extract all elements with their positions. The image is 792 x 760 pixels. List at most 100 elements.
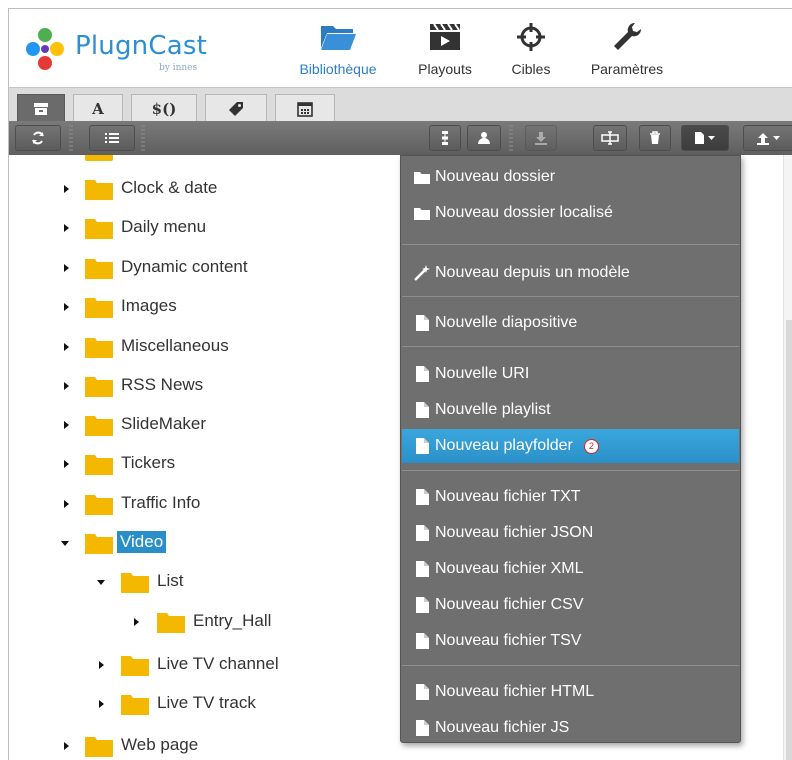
file-icon [411,315,433,331]
menu-item-new-localized-folder[interactable]: Nouveau dossier localisé [402,196,739,230]
upload-dropdown-button[interactable] [743,125,792,151]
nav-parametres[interactable]: Paramètres [575,19,679,81]
expand-arrow-icon[interactable] [64,421,69,429]
trash-icon [650,131,660,144]
menu-item-new-csv-file[interactable]: Nouveau fichier CSV [402,588,739,622]
menu-item-new-tsv-file[interactable]: Nouveau fichier TSV [402,624,739,658]
collapse-arrow-icon[interactable] [97,580,105,585]
expand-arrow-icon[interactable] [134,618,139,626]
folder-icon [411,207,433,220]
expand-arrow-icon[interactable] [64,264,69,272]
folder-open-icon [288,19,388,55]
user-button[interactable] [467,125,501,151]
menu-item-new-playlist[interactable]: Nouvelle playlist [402,393,739,427]
folder-icon [85,178,113,200]
tab-variables[interactable]: $() [131,94,197,122]
scrollbar-thumb[interactable] [786,320,792,760]
tree-node-web-page[interactable]: Web page [9,733,399,759]
tab-fonts[interactable]: A [73,94,123,122]
download-button[interactable] [525,125,557,151]
tree-node-label: Entry_Hall [193,611,272,630]
tree-node-label: Live TV channel [157,654,279,673]
menu-item-new-js-file[interactable]: Nouveau fichier JS [402,711,739,745]
nav-bibliotheque[interactable]: Bibliothèque [288,19,388,81]
menu-divider [402,296,739,297]
tab-calendar[interactable] [275,94,335,122]
menu-item-label: Nouveau fichier TXT [435,488,581,505]
list-icon [105,133,119,143]
tree-node-rss-news[interactable]: RSS News [9,373,399,399]
film-clapper-icon [407,19,483,55]
tree-node-label: Dynamic content [121,257,248,276]
plugncast-logo-icon [26,28,64,70]
menu-item-new-from-template[interactable]: Nouveau depuis un modèle [402,256,739,290]
tree-node-label: SlideMaker [121,414,207,433]
folder-icon [85,735,113,757]
tree-node-daily-menu[interactable]: Daily menu [9,215,399,241]
expand-arrow-icon[interactable] [64,343,69,351]
menu-item-new-slide[interactable]: Nouvelle diapositive [402,306,739,340]
tree-node-label: Clock & date [121,178,218,197]
menu-item-label: Nouveau fichier JSON [435,524,594,541]
delete-button[interactable] [639,125,671,151]
new-file-dropdown-icon [695,132,715,144]
expand-arrow-icon[interactable] [64,742,69,750]
menu-item-label: Nouveau fichier TSV [435,632,582,649]
tree-node-miscellaneous[interactable]: Miscellaneous [9,334,399,360]
menu-item-label: Nouveau playfolder [435,437,573,454]
menu-item-label: Nouveau fichier XML [435,560,584,577]
refresh-button[interactable] [15,125,61,151]
tree-node-slidemaker[interactable]: SlideMaker [9,412,399,438]
wrench-icon [575,19,679,55]
expand-arrow-icon[interactable] [64,460,69,468]
nav-playouts[interactable]: Playouts [407,19,483,81]
tree-structure-button[interactable] [429,125,461,151]
tree-node-clock-date[interactable]: Clock & date [9,176,399,202]
collapse-arrow-icon[interactable] [61,541,69,546]
file-icon [411,525,433,541]
tree-node-entry-hall[interactable]: Entry_Hall [9,609,399,635]
download-icon [535,132,547,145]
tree-node-list[interactable]: List [9,569,399,595]
file-icon [411,438,433,454]
tree-node-images[interactable]: Images [9,294,399,320]
tree-node-live-tv-track[interactable]: Live TV track [9,691,399,717]
list-view-button[interactable] [89,125,135,151]
expand-arrow-icon[interactable] [64,303,69,311]
target-icon [501,19,561,55]
expand-arrow-icon[interactable] [64,185,69,193]
expand-arrow-icon[interactable] [99,661,104,669]
menu-item-new-txt-file[interactable]: Nouveau fichier TXT [402,480,739,514]
tree-node-label: RSS News [121,375,204,394]
tree-node-traffic-info[interactable]: Traffic Info [9,491,399,517]
variable-icon: $() [151,99,177,118]
user-icon [478,132,490,144]
expand-arrow-icon[interactable] [64,382,69,390]
rename-button[interactable] [593,125,627,151]
tree-node-tickers[interactable]: Tickers [9,451,399,477]
expand-arrow-icon[interactable] [64,500,69,508]
tab-tags[interactable] [205,94,267,122]
tree-node-dynamic-content[interactable]: Dynamic content [9,255,399,281]
menu-item-new-folder[interactable]: Nouveau dossier [402,160,739,194]
tree-node-video[interactable]: Video [9,530,399,556]
expand-arrow-icon[interactable] [64,224,69,232]
new-file-dropdown-button[interactable] [681,125,729,151]
folder-icon [85,296,113,318]
plugncast-logo[interactable]: PlugnCast by innes [21,17,221,79]
menu-item-new-json-file[interactable]: Nouveau fichier JSON [402,516,739,550]
vertical-scrollbar[interactable] [783,155,792,760]
toolbar-separator [509,125,513,151]
magic-wand-icon [411,265,433,281]
nav-bibliotheque-label: Bibliothèque [299,61,377,77]
file-icon [411,633,433,649]
menu-item-new-uri[interactable]: Nouvelle URI [402,357,739,391]
tree-node-live-tv-channel[interactable]: Live TV channel [9,652,399,678]
menu-item-new-playfolder[interactable]: Nouveau playfolder 2 [402,429,739,463]
menu-item-new-xml-file[interactable]: Nouveau fichier XML [402,552,739,586]
nav-cibles[interactable]: Cibles [501,19,561,81]
tab-medias[interactable] [17,94,65,122]
menu-item-new-html-file[interactable]: Nouveau fichier HTML [402,675,739,709]
expand-arrow-icon[interactable] [99,700,104,708]
tree-node-label: Images [121,296,177,315]
